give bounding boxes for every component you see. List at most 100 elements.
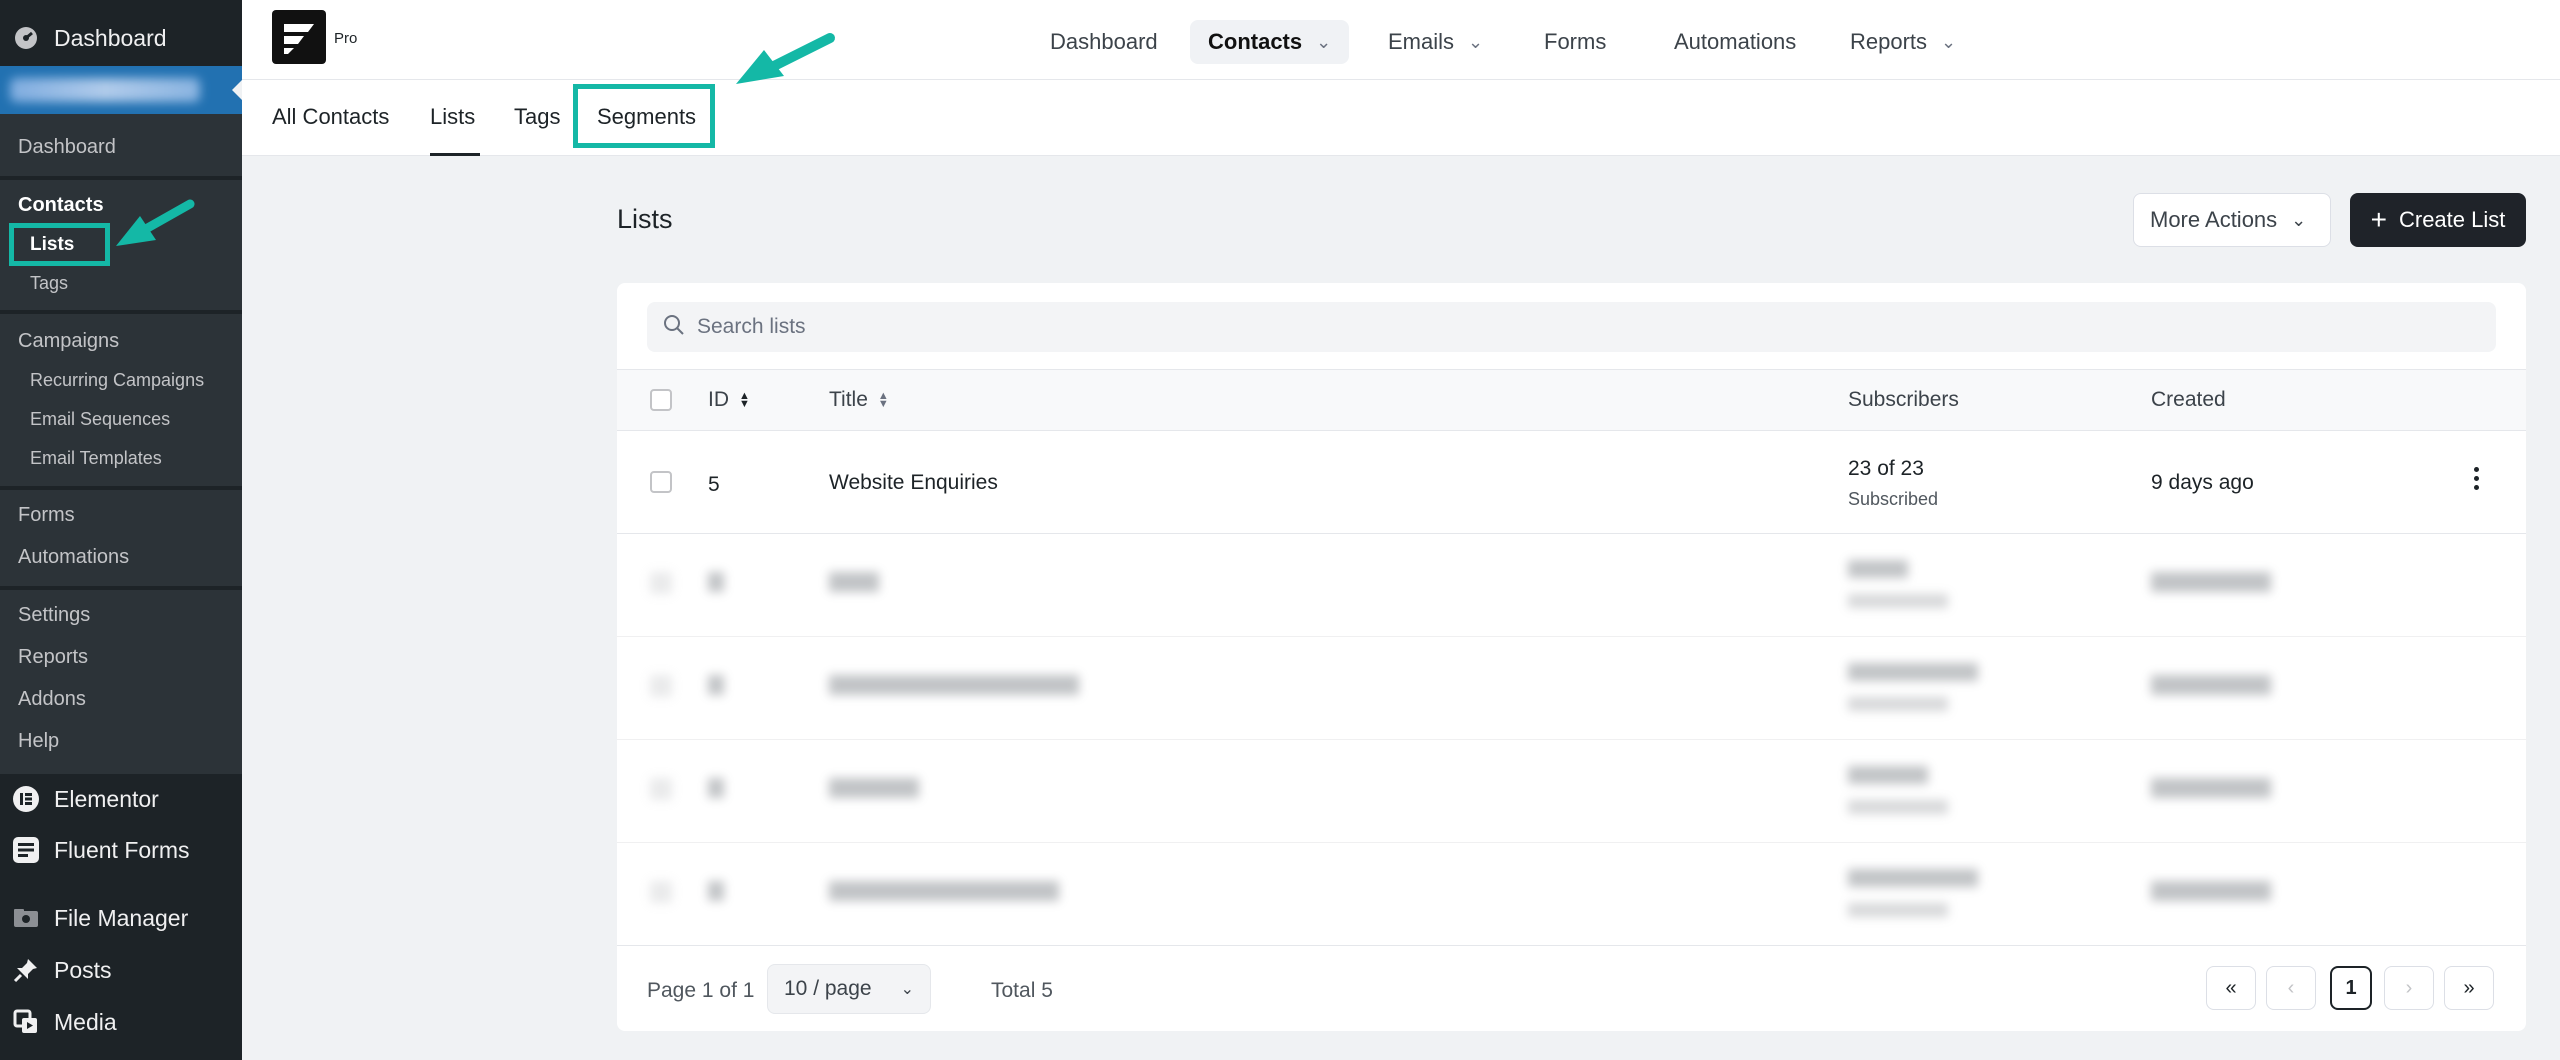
- submenu-divider: [0, 310, 242, 314]
- column-title-label: Title: [829, 388, 868, 411]
- chevron-down-icon: ⌄: [1316, 31, 1332, 52]
- double-chevron-left-icon: «: [2225, 976, 2237, 999]
- table-header: ID ▲ ▼ Title ▲ ▼ Subscribers Created: [617, 369, 2526, 431]
- wp-menu-file-manager[interactable]: File Manager: [0, 892, 242, 944]
- submenu-addons[interactable]: Addons: [18, 688, 86, 711]
- table-row-redacted: [617, 740, 2526, 843]
- wp-menu-elementor[interactable]: Elementor: [0, 773, 242, 825]
- column-id[interactable]: ID ▲ ▼: [708, 388, 750, 412]
- column-subscribers: Subscribers: [1848, 388, 1959, 411]
- file-manager-icon: [12, 904, 40, 932]
- per-page-select[interactable]: 10 / page ⌄: [767, 964, 931, 1014]
- row-status: Subscribed: [1848, 489, 1939, 509]
- nav-dashboard-label: Dashboard: [1050, 29, 1158, 54]
- row-title[interactable]: Website Enquiries: [829, 471, 998, 495]
- chevron-down-icon: ⌄: [900, 981, 914, 998]
- wp-menu-fluent-forms-label: Fluent Forms: [54, 836, 190, 863]
- nav-dashboard[interactable]: Dashboard: [1032, 20, 1176, 64]
- create-list-button[interactable]: + Create List: [2350, 193, 2526, 247]
- more-actions-button[interactable]: More Actions ⌄: [2133, 193, 2331, 247]
- page-title: Lists: [617, 204, 673, 234]
- select-all-checkbox[interactable]: [650, 389, 672, 411]
- search-box: [647, 302, 2496, 352]
- wp-menu-posts-label: Posts: [54, 956, 112, 983]
- row-actions-icon[interactable]: [2473, 467, 2479, 490]
- submenu-email-sequences[interactable]: Email Sequences: [30, 409, 170, 430]
- wp-menu-media-label: Media: [54, 1008, 117, 1035]
- submenu-tags[interactable]: Tags: [30, 273, 68, 294]
- wp-menu-dashboard-label: Dashboard: [54, 24, 167, 51]
- elementor-icon: [12, 785, 40, 813]
- table-footer: Page 1 of 1 10 / page ⌄ Total 5 « ‹ 1 › …: [617, 945, 2526, 1031]
- first-page-button[interactable]: «: [2206, 966, 2256, 1010]
- nav-forms[interactable]: Forms: [1526, 20, 1624, 64]
- wp-menu-media[interactable]: Media: [0, 996, 242, 1048]
- submenu-email-templates[interactable]: Email Templates: [30, 448, 162, 469]
- fluentcrm-logo[interactable]: [272, 10, 326, 64]
- nav-emails-label: Emails: [1388, 29, 1455, 54]
- nav-contacts[interactable]: Contacts ⌄: [1190, 20, 1350, 64]
- wp-menu-posts[interactable]: Posts: [0, 944, 242, 996]
- submenu-settings[interactable]: Settings: [18, 604, 90, 627]
- submenu-divider: [0, 176, 242, 180]
- tab-all-contacts[interactable]: All Contacts: [272, 104, 389, 156]
- nav-emails[interactable]: Emails ⌄: [1370, 20, 1501, 64]
- submenu-campaigns[interactable]: Campaigns: [18, 330, 119, 353]
- app-top-nav: Pro Dashboard Contacts ⌄ Emails ⌄ Forms Au…: [242, 0, 2560, 80]
- contacts-sub-nav: All Contacts Lists Tags Segments: [242, 80, 2560, 156]
- pushpin-icon: [12, 956, 40, 984]
- total-count: Total 5: [991, 979, 1053, 1002]
- page-number-button[interactable]: 1: [2330, 966, 2372, 1010]
- dashboard-icon: [12, 24, 40, 52]
- prev-page-button[interactable]: ‹: [2266, 966, 2316, 1010]
- create-list-label: Create List: [2398, 207, 2506, 232]
- redacted-content: [617, 740, 2526, 842]
- submenu-recurring-campaigns[interactable]: Recurring Campaigns: [30, 370, 204, 391]
- wp-menu-fluentcrm[interactable]: [0, 66, 242, 114]
- search-icon: [663, 314, 685, 341]
- segments-highlight-box: [573, 84, 715, 148]
- blurred-plugin-name: [10, 78, 200, 102]
- submenu-dashboard[interactable]: Dashboard: [18, 136, 116, 159]
- nav-reports[interactable]: Reports ⌄: [1832, 20, 1974, 64]
- lists-highlight-box: [9, 223, 110, 266]
- more-actions-label: More Actions: [2150, 207, 2278, 232]
- search-input[interactable]: [697, 315, 2397, 339]
- wp-menu-dashboard[interactable]: Dashboard: [0, 12, 242, 64]
- column-title[interactable]: Title ▲ ▼: [829, 388, 889, 412]
- submenu-contacts[interactable]: Contacts: [18, 194, 104, 217]
- table-row-redacted: [617, 637, 2526, 740]
- per-page-value: 10 / page: [784, 977, 872, 1000]
- wp-admin-sidebar: Dashboard Dashboard Contacts Lists Tags …: [0, 0, 242, 1060]
- chevron-left-icon: ‹: [2287, 976, 2295, 999]
- next-page-button[interactable]: ›: [2384, 966, 2434, 1010]
- column-id-label: ID: [708, 388, 729, 411]
- submenu-forms[interactable]: Forms: [18, 504, 75, 527]
- tab-tags[interactable]: Tags: [514, 104, 560, 156]
- arrow-pointer-icon: [116, 199, 195, 246]
- fluent-forms-icon: [12, 836, 40, 864]
- nav-forms-label: Forms: [1544, 29, 1607, 54]
- wp-menu-elementor-label: Elementor: [54, 785, 159, 812]
- plus-icon: +: [2370, 204, 2387, 235]
- last-page-button[interactable]: »: [2444, 966, 2494, 1010]
- nav-contacts-label: Contacts: [1208, 29, 1303, 54]
- table-row-redacted: [617, 534, 2526, 637]
- submenu-automations[interactable]: Automations: [18, 546, 129, 569]
- submenu-help[interactable]: Help: [18, 730, 59, 753]
- wp-menu-fluent-forms[interactable]: Fluent Forms: [0, 824, 242, 876]
- table-row-redacted: [617, 843, 2526, 946]
- chevron-down-icon: ⌄: [1941, 31, 1957, 52]
- double-chevron-right-icon: »: [2463, 976, 2475, 999]
- chevron-right-icon: ›: [2405, 976, 2413, 999]
- chevron-down-icon: ⌄: [2291, 209, 2307, 230]
- nav-automations[interactable]: Automations: [1656, 20, 1814, 64]
- tab-lists[interactable]: Lists: [430, 104, 480, 156]
- row-created: 9 days ago: [2151, 471, 2254, 494]
- submenu-reports[interactable]: Reports: [18, 646, 88, 669]
- column-created: Created: [2151, 388, 2226, 411]
- table-row[interactable]: 5 Website Enquiries 23 of 23 Subscribed …: [617, 431, 2526, 534]
- submenu-divider: [0, 586, 242, 590]
- row-checkbox[interactable]: [650, 471, 672, 493]
- redacted-content: [617, 534, 2526, 636]
